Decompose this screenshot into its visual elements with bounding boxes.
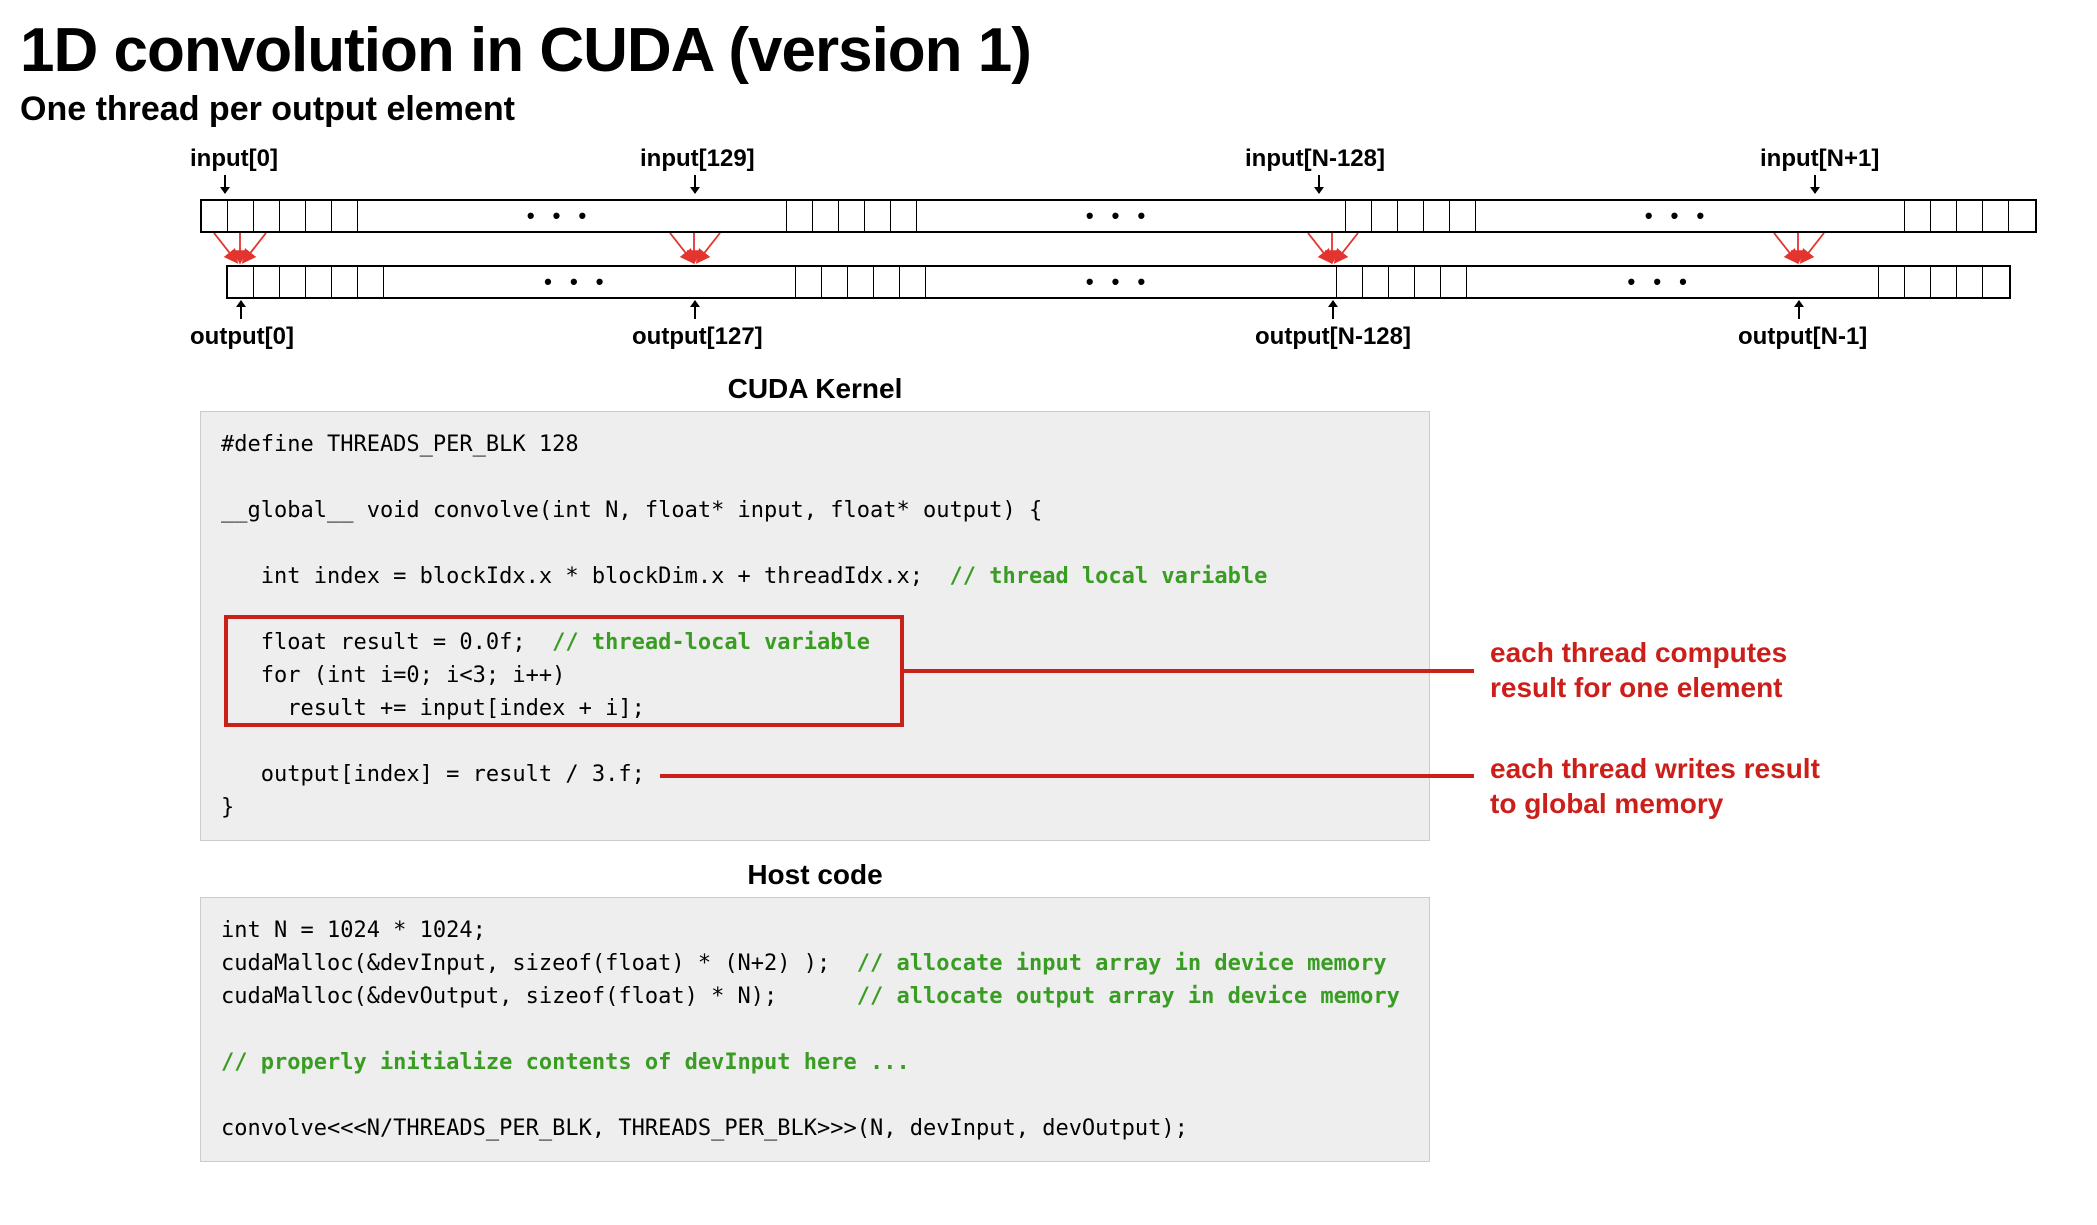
input-array: • • • • • • • • • — [200, 199, 2037, 233]
input-label-0: input[0] — [190, 145, 278, 173]
arrow-down-icon — [224, 175, 226, 193]
host-heading: Host code — [200, 859, 1430, 891]
output-label-0: output[0] — [190, 323, 294, 351]
arrow-up-icon — [694, 301, 696, 319]
connector-line — [904, 669, 1474, 673]
arrow-up-icon — [1798, 301, 1800, 319]
page-title: 1D convolution in CUDA (version 1) — [20, 15, 2077, 86]
arrow-up-icon — [240, 301, 242, 319]
page-subtitle: One thread per output element — [20, 90, 2077, 129]
arrow-up-icon — [1332, 301, 1334, 319]
input-label-nplus1: input[N+1] — [1760, 145, 1879, 173]
input-label-129: input[129] — [640, 145, 755, 173]
output-label-nminus1: output[N-1] — [1738, 323, 1867, 351]
input-label-nminus128: input[N-128] — [1245, 145, 1385, 173]
output-label-nminus128: output[N-128] — [1255, 323, 1411, 351]
arrow-down-icon — [1318, 175, 1320, 193]
output-array: • • • • • • • • • — [226, 265, 2011, 299]
connector-line — [660, 774, 1474, 778]
convolution-diagram: input[0] input[129] input[N-128] input[N… — [200, 145, 2037, 355]
arrow-down-icon — [694, 175, 696, 193]
red-arrow-svg — [200, 233, 2037, 265]
kernel-heading: CUDA Kernel — [200, 373, 1430, 405]
host-code-block: int N = 1024 * 1024; cudaMalloc(&devInpu… — [200, 897, 1430, 1162]
output-label-127: output[127] — [632, 323, 763, 351]
arrow-down-icon — [1814, 175, 1816, 193]
annotation-write: each thread writes result to global memo… — [1490, 751, 1820, 821]
red-arrows-row — [200, 233, 2037, 265]
annotation-compute: each thread computes result for one elem… — [1490, 635, 1787, 705]
